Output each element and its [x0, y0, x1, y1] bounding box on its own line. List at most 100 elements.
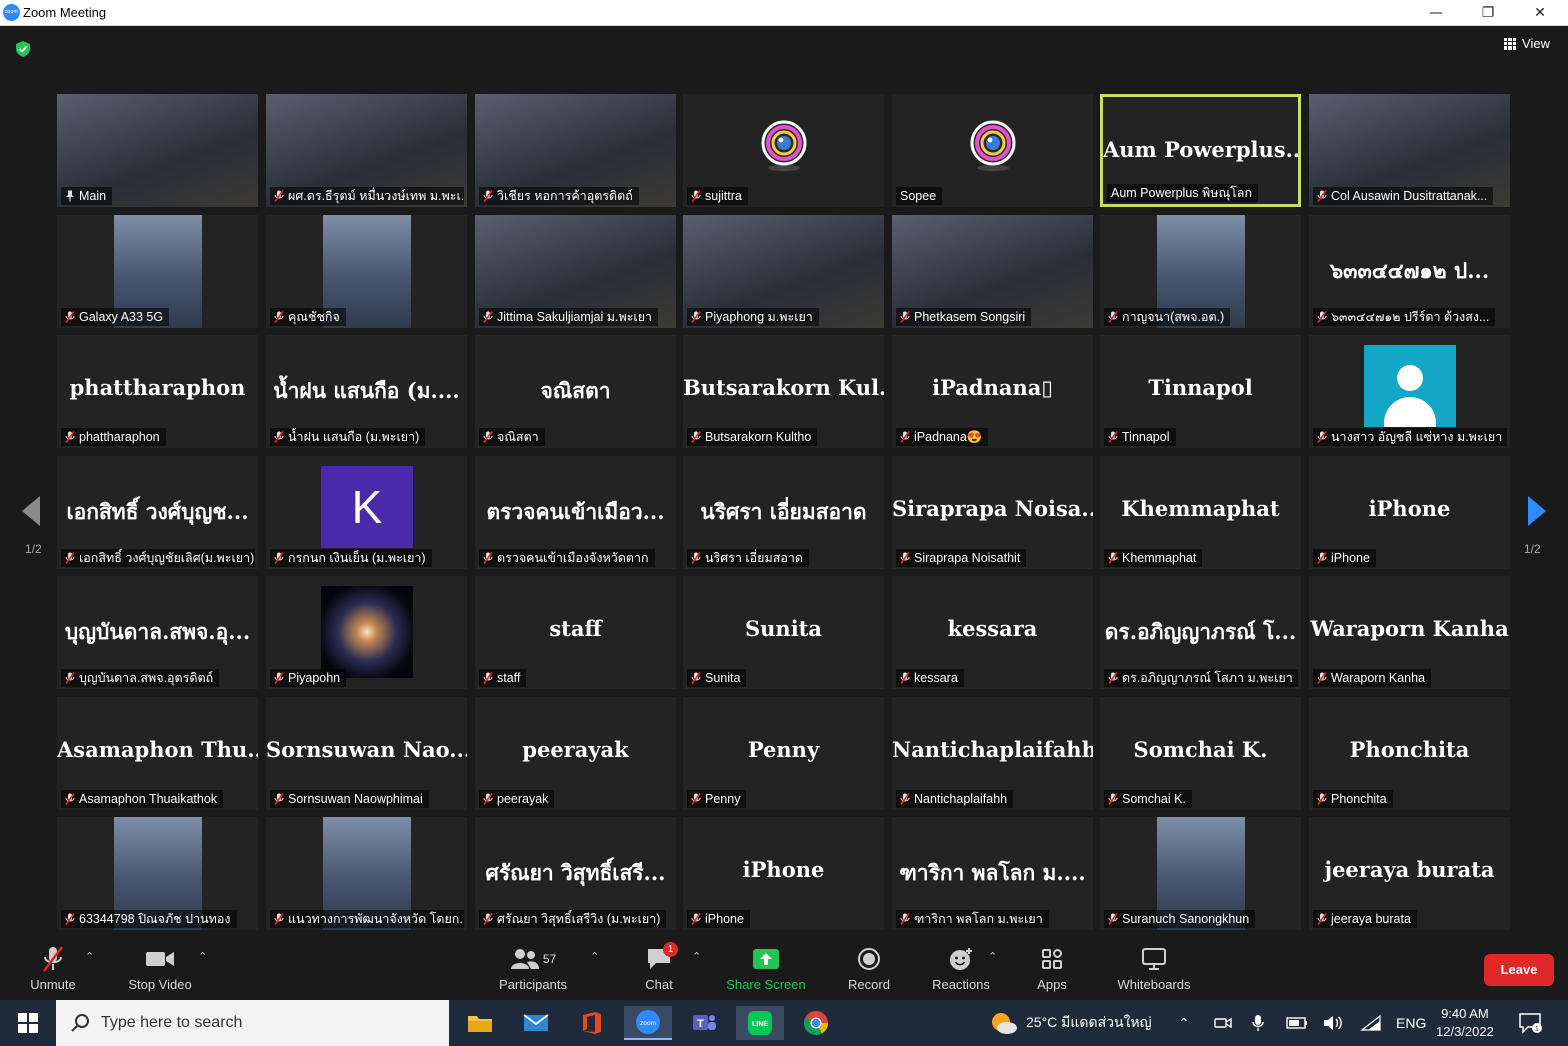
- zoom-taskbar-icon[interactable]: zoom: [624, 1006, 672, 1040]
- participant-tile[interactable]: Asamaphon Thu... Asamaphon Thuaikathok: [57, 697, 258, 810]
- participant-tile[interactable]: นางสาว อัญชลี แซ่หาง ม.พะเยา: [1309, 335, 1510, 448]
- video-options-caret-icon[interactable]: ⌃: [198, 950, 207, 963]
- battery-icon[interactable]: [1286, 1000, 1308, 1046]
- reactions-button[interactable]: Reactions: [928, 944, 994, 996]
- record-button[interactable]: Record: [840, 944, 898, 996]
- participant-name: Aum Powerplus พิษณุโลก: [1111, 186, 1253, 200]
- participant-tile[interactable]: Aum Powerplus... Aum Powerplus พิษณุโลก: [1100, 94, 1301, 207]
- participant-tile[interactable]: Sopee: [892, 94, 1093, 207]
- participant-tile[interactable]: เอกสิทธิ์ วงศ์บุญช... เอกสิทธิ์ วงศ์บุญชั…: [57, 456, 258, 569]
- leave-button[interactable]: Leave: [1484, 954, 1554, 986]
- participant-name-label: jeeraya burata: [1313, 910, 1417, 928]
- language-indicator[interactable]: ENG: [1396, 1000, 1426, 1046]
- whiteboards-button[interactable]: Whiteboards: [1110, 944, 1198, 996]
- weather-widget[interactable]: 25°C มีแดดส่วนใหญ่: [988, 1000, 1152, 1046]
- chrome-icon[interactable]: [792, 1006, 840, 1040]
- participant-tile[interactable]: จณิสตา จณิสตา: [475, 335, 676, 448]
- participant-tile[interactable]: iPadnana▯ iPadnana😍: [892, 335, 1093, 448]
- participant-tile[interactable]: peerayak peerayak: [475, 697, 676, 810]
- office-icon[interactable]: [568, 1006, 616, 1040]
- participant-tile[interactable]: Nantichaplaifahh Nantichaplaifahh: [892, 697, 1093, 810]
- participant-tile[interactable]: ดร.อภิญญาภรณ์ โ... ดร.อภิญญาภรณ์ โสภา ม.พ…: [1100, 576, 1301, 689]
- participant-tile[interactable]: Col Ausawin Dusitrattanak...: [1309, 94, 1510, 207]
- muted-mic-icon: [483, 672, 493, 684]
- participant-tile[interactable]: kessara kessara: [892, 576, 1093, 689]
- participants-options-caret-icon[interactable]: ⌃: [590, 950, 599, 963]
- file-explorer-icon[interactable]: [456, 1006, 504, 1040]
- mail-icon[interactable]: [512, 1006, 560, 1040]
- share-screen-label: Share Screen: [726, 977, 806, 992]
- participant-tile[interactable]: Jittima Sakuljiamjai ม.พะเยา: [475, 215, 676, 328]
- participant-tile[interactable]: Galaxy A33 5G: [57, 215, 258, 328]
- record-icon: [858, 948, 880, 970]
- participant-tile[interactable]: Waraporn Kanha Waraporn Kanha: [1309, 576, 1510, 689]
- participant-tile[interactable]: iPhone iPhone: [683, 817, 884, 930]
- participant-tile[interactable]: Phonchita Phonchita: [1309, 697, 1510, 810]
- microphone-tray-icon[interactable]: [1252, 1000, 1264, 1046]
- participant-tile[interactable]: phattharaphon phattharaphon: [57, 335, 258, 448]
- svg-text:LINE: LINE: [752, 1021, 768, 1028]
- participant-tile[interactable]: jeeraya burata jeeraya burata: [1309, 817, 1510, 930]
- windows-start-button[interactable]: [4, 1006, 52, 1040]
- view-button[interactable]: View: [1504, 36, 1550, 51]
- participant-tile[interactable]: ฑาริกา พลโลก ม.... ฑาริกา พลโลก ม.พะเยา: [892, 817, 1093, 930]
- teams-icon[interactable]: T: [680, 1006, 728, 1040]
- audio-options-caret-icon[interactable]: ⌃: [85, 950, 94, 963]
- participant-tile[interactable]: sujittra: [683, 94, 884, 207]
- participant-tile[interactable]: นริศรา เอี่ยมสอาด นริศรา เอี่ยมสอาด: [683, 456, 884, 569]
- participant-tile[interactable]: staff staff: [475, 576, 676, 689]
- reactions-options-caret-icon[interactable]: ⌃: [988, 950, 997, 963]
- participant-tile[interactable]: Penny Penny: [683, 697, 884, 810]
- volume-icon[interactable]: [1322, 1000, 1344, 1046]
- participant-tile[interactable]: Main: [57, 94, 258, 207]
- participant-tile[interactable]: Piyaphong ม.พะเยา: [683, 215, 884, 328]
- next-page-arrow-icon[interactable]: [1526, 494, 1548, 528]
- participant-name-label: Galaxy A33 5G: [61, 308, 170, 326]
- participant-tile[interactable]: Sunita Sunita: [683, 576, 884, 689]
- participant-tile[interactable]: Butsarakorn Kul... Butsarakorn Kultho: [683, 335, 884, 448]
- participant-tile[interactable]: Somchai K. Somchai K.: [1100, 697, 1301, 810]
- unmute-button[interactable]: Unmute: [22, 944, 84, 996]
- participant-tile[interactable]: Siraprapa Noisa... Siraprapa Noisathit: [892, 456, 1093, 569]
- participant-tile[interactable]: iPhone iPhone: [1309, 456, 1510, 569]
- participant-tile[interactable]: Suranuch Sanongkhun: [1100, 817, 1301, 930]
- participant-tile[interactable]: วิเชียร หอการค้าอุตรดิตถ์: [475, 94, 676, 207]
- participant-tile[interactable]: น้ำฝน แสนกือ (ม.... น้ำฝน แสนกือ (ม.พะเยา…: [266, 335, 467, 448]
- participant-tile[interactable]: ตรวจคนเข้าเมือว... ตรวจคนเข้าเมืองจังหวัด…: [475, 456, 676, 569]
- muted-mic-icon: [65, 431, 75, 443]
- participant-tile[interactable]: Sornsuwan Nao... Sornsuwan Naowphimai: [266, 697, 467, 810]
- participant-tile[interactable]: Piyapohn: [266, 576, 467, 689]
- participant-tile[interactable]: Tinnapol Tinnapol: [1100, 335, 1301, 448]
- minimize-button[interactable]: —: [1410, 0, 1462, 26]
- participant-tile[interactable]: บุญบันดาล.สพจ.อุ... บุญบันดาล.สพจ.อุตรดิต…: [57, 576, 258, 689]
- share-screen-button[interactable]: Share Screen: [722, 944, 810, 996]
- apps-button[interactable]: Apps: [1028, 944, 1076, 996]
- participants-button[interactable]: 57 Participants: [494, 944, 572, 996]
- participant-tile[interactable]: ศรัณยา วิสุทธิ์เสรี... ศรัณยา วิสุทธิ์เสร…: [475, 817, 676, 930]
- participant-name: Siraprapa Noisathit: [914, 551, 1021, 565]
- line-app-icon[interactable]: LINE: [736, 1006, 784, 1040]
- taskbar-search-box[interactable]: Type here to search: [56, 1000, 449, 1046]
- participant-tile[interactable]: ๖๓๓๔๔๗๑๒ ป... ๖๓๓๔๔๗๑๒ ปรีร์ดา ต้วงสง...: [1309, 215, 1510, 328]
- wifi-icon[interactable]: [1360, 1000, 1382, 1046]
- chat-unread-badge: 1: [663, 942, 678, 957]
- restore-button[interactable]: ❐: [1462, 0, 1514, 26]
- participant-tile[interactable]: 63344798 ปิณจภัช ปานทอง: [57, 817, 258, 930]
- meet-now-icon[interactable]: [1214, 1000, 1232, 1046]
- stop-video-button[interactable]: Stop Video: [122, 944, 198, 996]
- participant-tile[interactable]: Khemmaphat Khemmaphat: [1100, 456, 1301, 569]
- security-shield-icon[interactable]: [14, 40, 32, 58]
- close-button[interactable]: ✕: [1514, 0, 1566, 26]
- show-hidden-icons-chevron-icon[interactable]: ⌃: [1178, 1000, 1190, 1046]
- participant-tile[interactable]: ผศ.ดร.ธีรุตม์ หมื่นวงษ์เทพ ม.พะเ...: [266, 94, 467, 207]
- clock[interactable]: 9:40 AM 12/3/2022: [1436, 1000, 1494, 1046]
- previous-page-arrow-icon[interactable]: [20, 494, 42, 528]
- participant-tile[interactable]: คุณชัชกิจ: [266, 215, 467, 328]
- notifications-icon[interactable]: 1: [1518, 1000, 1542, 1046]
- participant-tile[interactable]: แนวทางการพัฒนาจังหวัด โดยก...: [266, 817, 467, 930]
- participant-tile[interactable]: K กรกนก เงินเย็น (ม.พะเยา): [266, 456, 467, 569]
- chat-options-caret-icon[interactable]: ⌃: [692, 950, 701, 963]
- participant-tile[interactable]: Phetkasem Songsiri: [892, 215, 1093, 328]
- chat-button[interactable]: 1 Chat: [634, 942, 684, 996]
- participant-tile[interactable]: กาญจนา(สพจ.อต.): [1100, 215, 1301, 328]
